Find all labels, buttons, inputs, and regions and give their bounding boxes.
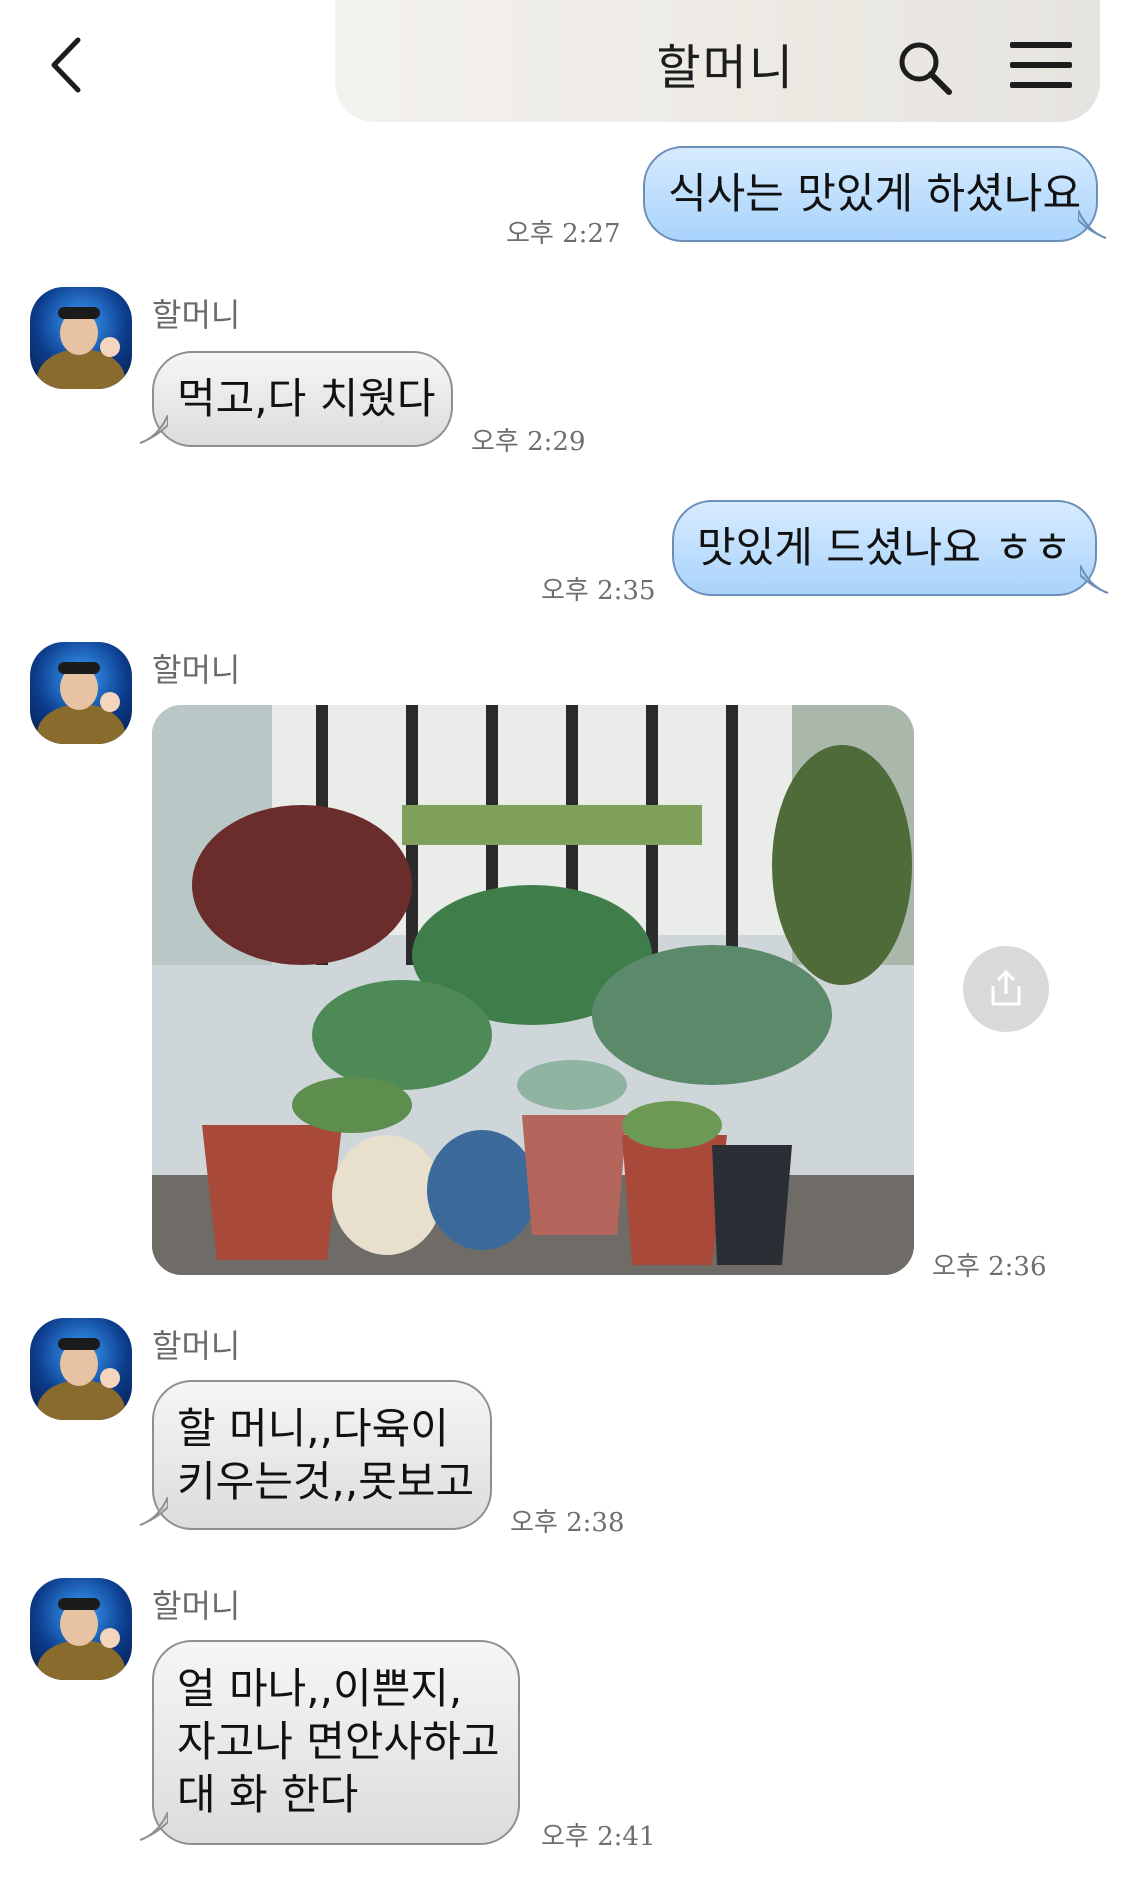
bubble-tail (139, 1812, 168, 1841)
chat-header: 할머니 (0, 0, 1125, 130)
bubble-tail (1078, 210, 1107, 239)
photo-message[interactable] (152, 705, 914, 1275)
menu-button[interactable] (1010, 42, 1072, 94)
grandma-avatar-image (37, 1338, 125, 1420)
hamburger-menu-icon (1010, 42, 1072, 48)
incoming-message[interactable]: 먹고,다 치웠다 (152, 351, 453, 447)
message-line: 자고나 면안사하고 (177, 1717, 500, 1766)
message-time: 오후 2:35 (541, 576, 656, 606)
message-time: 오후 2:29 (471, 427, 586, 457)
avatar[interactable] (30, 1318, 132, 1420)
message-time: 오후 2:36 (932, 1252, 1047, 1282)
avatar[interactable] (30, 1578, 132, 1680)
grandma-avatar-image (37, 662, 125, 744)
message-line: 키우는것,,못보고 (177, 1457, 475, 1506)
sender-name: 할머니 (152, 296, 241, 334)
title-bar: 할머니 (335, 0, 1100, 122)
message-time: 오후 2:38 (510, 1508, 625, 1538)
outgoing-message[interactable]: 식사는 맛있게 하셨나요 (643, 146, 1098, 242)
incoming-message[interactable]: 얼 마나,,이쁜지, 자고나 면안사하고 대 화 한다 (152, 1640, 520, 1845)
grandma-avatar-image (37, 307, 125, 389)
back-button[interactable] (40, 30, 100, 100)
outgoing-message[interactable]: 맛있게 드셨나요 ㅎㅎ (672, 500, 1097, 596)
message-time: 오후 2:27 (506, 219, 621, 249)
sender-name: 할머니 (152, 651, 241, 689)
bubble-tail (139, 1497, 168, 1526)
bubble-tail (1080, 565, 1109, 594)
message-time: 오후 2:41 (541, 1822, 656, 1852)
bubble-tail (139, 415, 168, 444)
sender-name: 할머니 (152, 1327, 241, 1365)
share-button[interactable] (963, 946, 1049, 1032)
search-icon (899, 42, 952, 95)
chat-title: 할머니 (656, 40, 795, 96)
chevron-left-icon (51, 37, 81, 93)
avatar[interactable] (30, 287, 132, 389)
share-icon (991, 969, 1021, 1006)
sender-name: 할머니 (152, 1587, 241, 1625)
grandma-avatar-image (37, 1598, 125, 1680)
message-line: 대 화 한다 (177, 1770, 359, 1819)
search-button[interactable] (895, 38, 955, 98)
plants-photo (152, 705, 914, 1275)
message-line: 할 머니,,다육이 (177, 1404, 449, 1453)
avatar[interactable] (30, 642, 132, 744)
message-line: 얼 마나,,이쁜지, (177, 1664, 463, 1713)
incoming-message[interactable]: 할 머니,,다육이 키우는것,,못보고 (152, 1380, 492, 1530)
